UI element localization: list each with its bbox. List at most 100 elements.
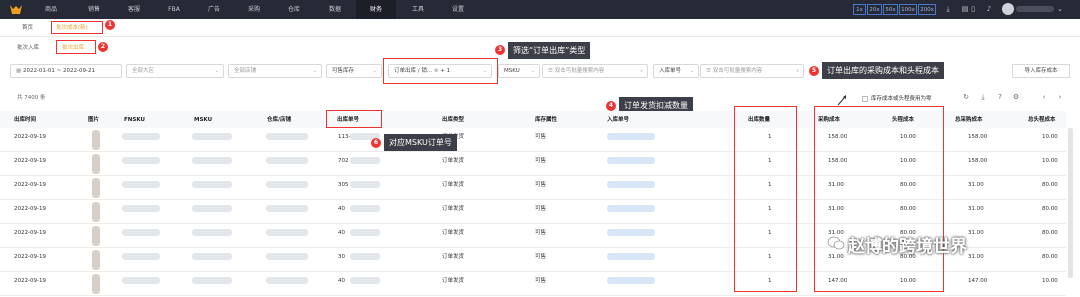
col-stock-attr: 库存属性 <box>535 117 558 123</box>
row-msku-blurred <box>192 181 232 188</box>
sku-search-input[interactable]: ☰ 双击可批量搜索内容 ⌕ <box>542 64 648 78</box>
nav-item-0[interactable]: 商品 <box>36 0 66 19</box>
stock-select[interactable]: 可售库存 ⌄ <box>326 64 382 78</box>
nav-item-10[interactable]: 设置 <box>444 0 472 19</box>
row-in-order-blurred <box>607 253 655 260</box>
zoom-20x[interactable]: 20x <box>867 4 882 15</box>
row-total-freight: 10.00 <box>1042 158 1058 164</box>
col-out-time[interactable]: 出库时间 <box>14 115 36 125</box>
row-total-purchase: 158.00 <box>968 134 988 140</box>
annotation-badge-2: 2 <box>98 42 108 52</box>
store-value: 全部店铺 <box>234 68 257 74</box>
zoom-100x[interactable]: 100x <box>899 4 917 15</box>
avatar[interactable] <box>1002 3 1014 15</box>
nav-item-4[interactable]: 广告 <box>200 0 228 19</box>
sku-type-value: MSKU <box>504 68 520 74</box>
help-icon[interactable]: ? <box>996 93 1004 102</box>
row-out-order-blurred <box>350 229 380 236</box>
phone-icon[interactable]: ▯ <box>969 5 977 14</box>
col-in-order: 入库单号 <box>607 117 630 123</box>
settings-icon[interactable]: ⚙ <box>1012 93 1020 102</box>
row-fnsku-blurred <box>122 229 160 236</box>
row-out-order-blurred <box>350 157 380 164</box>
order-search-input[interactable]: ☰ 双击可批量搜索内容 ⌕ <box>700 64 804 78</box>
zero-cost-checkbox[interactable] <box>862 96 868 102</box>
sku-type-select[interactable]: MSKU ⌄ <box>498 64 540 78</box>
document-icon[interactable]: ▤ <box>961 5 969 14</box>
username-blurred <box>1016 6 1054 12</box>
row-fnsku-blurred <box>122 133 160 140</box>
download-icon[interactable]: ⤓ <box>944 5 952 14</box>
row-out-type: 订单发货 <box>442 278 465 284</box>
highlight-box-3 <box>383 58 498 84</box>
nav-item-1[interactable]: 销售 <box>80 0 108 19</box>
row-image-blurred <box>92 154 100 174</box>
date-range-picker[interactable]: ▦ 2022-01-01 ~ 2022-09-21 <box>10 64 122 78</box>
tab-batch-in[interactable]: 批次入库 <box>17 42 39 54</box>
chevron-down-icon: ⌄ <box>312 68 317 74</box>
row-total-purchase: 31.00 <box>968 254 984 260</box>
nav-item-2[interactable]: 客服 <box>120 0 148 19</box>
nav-item-5[interactable]: 采购 <box>240 0 268 19</box>
search-icon[interactable]: ⌕ <box>640 65 643 77</box>
import-cost-button[interactable]: 导入库存成本 <box>1012 64 1070 78</box>
row-msku-blurred <box>192 133 232 140</box>
store-select[interactable]: 全部店铺 ⌄ <box>228 64 322 78</box>
annotation-badge-3: 3 <box>495 45 505 55</box>
row-out-order: 702 <box>338 158 349 164</box>
zoom-1x[interactable]: 1x <box>853 4 866 15</box>
callout-filter-type: 筛选“订单出库”类型 <box>508 42 591 59</box>
row-out-order: 40 <box>338 230 345 236</box>
row-fnsku-blurred <box>122 157 160 164</box>
row-msku-blurred <box>192 157 232 164</box>
row-image-blurred <box>92 130 100 150</box>
nav-item-8[interactable]: 财务 <box>356 0 396 19</box>
row-out-order-blurred <box>350 277 380 284</box>
highlight-box-6 <box>326 110 382 128</box>
zoom-200x[interactable]: 200x <box>918 4 936 15</box>
export-icon[interactable]: ⤓ <box>979 93 987 102</box>
order-search-placeholder: 双击可批量搜索内容 <box>712 68 763 74</box>
nav-item-6[interactable]: 仓库 <box>280 0 308 19</box>
list-icon: ☰ <box>548 68 555 74</box>
row-out-type: 订单发货 <box>442 254 465 260</box>
row-in-order-blurred <box>607 277 655 284</box>
row-out-type: 订单发货 <box>442 230 465 236</box>
nav-item-9[interactable]: 工具 <box>404 0 432 19</box>
row-store-blurred <box>266 205 308 212</box>
callout-costs: 订单出库的采购成本和头程成本 <box>822 62 944 79</box>
search-icon[interactable]: ⌕ <box>796 65 799 77</box>
row-image-blurred <box>92 202 100 222</box>
prev-page-icon[interactable]: ‹ <box>1040 93 1048 102</box>
tab-home[interactable]: 首页 <box>22 22 33 34</box>
nav-item-7[interactable]: 数据 <box>320 0 350 19</box>
order-type-select[interactable]: 入库单号 ⌄ <box>653 64 699 78</box>
col-store: 仓库/店铺 <box>267 117 292 123</box>
next-page-icon[interactable]: › <box>1056 93 1064 102</box>
chevron-down-icon: ⌄ <box>372 68 377 74</box>
row-fnsku-blurred <box>122 181 160 188</box>
row-stock-attr: 可售 <box>535 254 547 260</box>
nav-item-3[interactable]: FBA <box>160 0 188 19</box>
row-total-freight: 80.00 <box>1042 182 1058 188</box>
logo-icon <box>10 5 22 14</box>
zoom-50x[interactable]: 50x <box>883 4 898 15</box>
highlight-box-2 <box>56 40 96 54</box>
row-out-time: 2022-09-19 <box>14 206 46 212</box>
chevron-down-icon: ⌄ <box>689 68 694 74</box>
region-select[interactable]: 全部大区 ⌄ <box>126 64 224 78</box>
highlight-cost-columns <box>814 106 944 292</box>
row-total-freight: 80.00 <box>1042 206 1058 212</box>
chevron-down-icon[interactable]: ⌄ <box>1056 5 1064 14</box>
row-total-purchase: 147.00 <box>968 278 988 284</box>
refresh-icon[interactable]: ↻ <box>962 93 970 102</box>
col-out-type: 出库类型 <box>442 117 465 123</box>
wechat-icon <box>827 236 845 250</box>
row-store-blurred <box>266 133 308 140</box>
bell-icon[interactable]: ♪ <box>985 5 993 14</box>
callout-order-no: 对应MSKU订单号 <box>384 134 457 151</box>
date-range-value: 2022-01-01 ~ 2022-09-21 <box>22 68 95 74</box>
vertical-scrollbar[interactable] <box>1068 128 1073 278</box>
row-divider <box>0 295 1066 296</box>
row-out-order: 30 <box>338 254 345 260</box>
